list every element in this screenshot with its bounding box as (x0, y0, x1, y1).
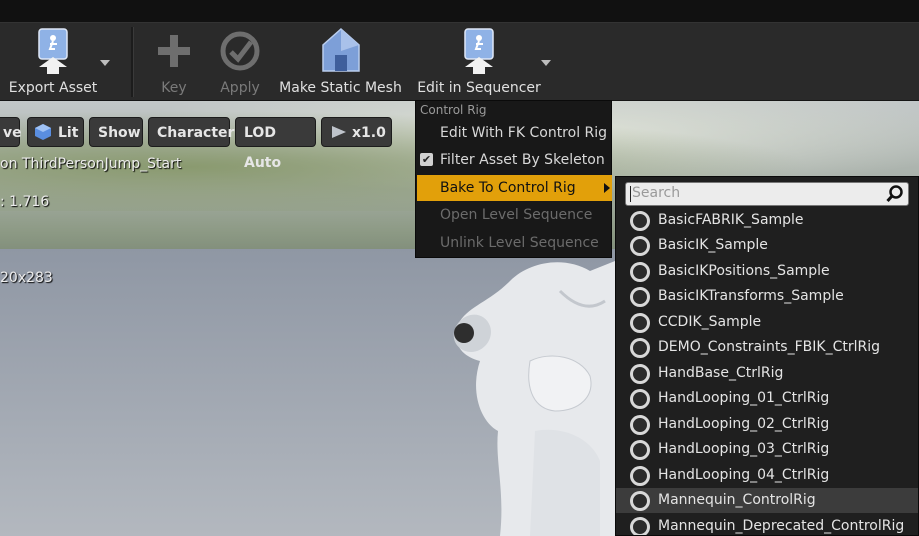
search-placeholder: Search (632, 185, 681, 201)
export-asset-label: Export Asset (8, 80, 98, 96)
speed-label: x1.0 (352, 125, 386, 141)
list-item-label: HandLooping_03_CtrlRig (658, 441, 830, 457)
list-item-label: HandBase_CtrlRig (658, 365, 784, 381)
menu-item-label: Open Level Sequence (440, 207, 593, 223)
lod-label: LOD Auto (244, 125, 282, 171)
mannequin-character (453, 261, 615, 536)
list-item[interactable]: BasicIKTransforms_Sample (616, 284, 918, 309)
edit-with-fk-control-rig-item[interactable]: Edit With FK Control Rig (417, 120, 612, 146)
view-mode-chip[interactable]: ve (0, 117, 22, 147)
view-mode-label: ve (3, 125, 22, 141)
list-item-label: CCDIK_Sample (658, 314, 762, 330)
export-asset-icon (38, 28, 68, 74)
export-asset-dropdown-icon[interactable] (100, 60, 110, 66)
playback-speed-button[interactable]: x1.0 (321, 117, 392, 147)
list-item-label: Mannequin_Deprecated_ControlRig (658, 518, 905, 534)
toolbar-separator (131, 27, 134, 97)
radio-button-icon (630, 466, 650, 486)
checkmark-circle-icon (220, 31, 260, 71)
filter-asset-by-skeleton-item[interactable]: ✔ Filter Asset By Skeleton (417, 147, 612, 173)
radio-button-icon (630, 517, 650, 535)
static-mesh-house-icon (321, 27, 360, 72)
text-cursor (630, 186, 631, 202)
key-button[interactable]: Key (149, 23, 199, 100)
checkbox-checked-icon[interactable]: ✔ (420, 153, 433, 166)
show-button[interactable]: Show (89, 117, 143, 147)
list-item-label: BasicFABRIK_Sample (658, 212, 804, 228)
edit-in-sequencer-button[interactable]: Edit in Sequencer (415, 23, 543, 100)
list-item[interactable]: HandBase_CtrlRig (616, 361, 918, 386)
title-strip (0, 0, 919, 23)
menu-item-label: Unlink Level Sequence (440, 235, 599, 251)
show-label: Show (98, 125, 141, 141)
list-item-label: HandLooping_02_CtrlRig (658, 416, 830, 432)
plus-icon (158, 35, 190, 67)
search-input[interactable]: Search (625, 182, 909, 206)
control-rig-menu-header: Control Rig (420, 103, 487, 117)
list-item-label: BasicIKPositions_Sample (658, 263, 830, 279)
menu-item-label: Bake To Control Rig (440, 180, 576, 196)
open-level-sequence-item[interactable]: Open Level Sequence (417, 202, 612, 228)
list-item-label: BasicIK_Sample (658, 237, 768, 253)
radio-button-icon (630, 338, 650, 358)
list-item[interactable]: HandLooping_04_CtrlRig (616, 463, 918, 488)
radio-button-icon (630, 364, 650, 384)
menu-item-label: Edit With FK Control Rig (440, 125, 608, 141)
menu-item-label: Filter Asset By Skeleton (440, 152, 605, 168)
radio-button-icon (630, 262, 650, 282)
radio-button-icon (630, 211, 650, 231)
list-item[interactable]: Mannequin_Deprecated_ControlRig (616, 514, 918, 535)
search-icon[interactable] (886, 185, 904, 203)
list-item[interactable]: BasicFABRIK_Sample (616, 208, 918, 233)
list-item[interactable]: BasicIK_Sample (616, 233, 918, 258)
radio-button-icon (630, 313, 650, 333)
edit-in-sequencer-icon (464, 28, 494, 74)
apply-label: Apply (220, 80, 260, 96)
edit-in-sequencer-dropdown-icon[interactable] (541, 60, 551, 66)
toolbar: Export Asset Key Apply Make Static Mesh (0, 23, 919, 101)
list-item-label: DEMO_Constraints_FBIK_CtrlRig (658, 339, 880, 355)
make-static-mesh-button[interactable]: Make Static Mesh (278, 23, 403, 100)
stat-value-text: : 1.716 (0, 194, 50, 210)
character-label: Character (157, 125, 235, 141)
edit-in-sequencer-label: Edit in Sequencer (417, 80, 541, 96)
list-item[interactable]: CCDIK_Sample (616, 310, 918, 335)
bake-to-control-rig-item[interactable]: Bake To Control Rig (417, 175, 612, 201)
radio-button-icon (630, 389, 650, 409)
radio-button-icon (630, 415, 650, 435)
list-item-label: HandLooping_01_CtrlRig (658, 390, 830, 406)
speed-play-icon (332, 126, 346, 138)
apply-button[interactable]: Apply (212, 23, 268, 100)
radio-button-icon (630, 440, 650, 460)
unlink-level-sequence-item[interactable]: Unlink Level Sequence (417, 230, 612, 256)
list-item[interactable]: HandLooping_03_CtrlRig (616, 437, 918, 462)
control-rig-menu: Control Rig Edit With FK Control Rig ✔ F… (415, 100, 612, 258)
radio-button-icon (630, 287, 650, 307)
lit-label: Lit (58, 125, 79, 141)
lit-button[interactable]: Lit (27, 117, 84, 147)
radio-button-icon (630, 236, 650, 256)
export-asset-button[interactable]: Export Asset (4, 23, 102, 100)
list-item-label: BasicIKTransforms_Sample (658, 288, 844, 304)
list-item[interactable]: BasicIKPositions_Sample (616, 259, 918, 284)
list-item[interactable]: HandLooping_02_CtrlRig (616, 412, 918, 437)
key-label: Key (161, 80, 187, 96)
list-item[interactable]: HandLooping_01_CtrlRig (616, 386, 918, 411)
submenu-arrow-icon (604, 183, 610, 193)
list-item-label: HandLooping_04_CtrlRig (658, 467, 830, 483)
list-item[interactable]: DEMO_Constraints_FBIK_CtrlRig (616, 335, 918, 360)
list-item-selected[interactable]: Mannequin_ControlRig (616, 488, 918, 513)
radio-button-icon (630, 491, 650, 511)
resolution-text: 20x283 (0, 270, 53, 286)
control-rig-picker: Search BasicFABRIK_Sample BasicIK_Sample… (615, 176, 919, 536)
character-button[interactable]: Character (148, 117, 234, 147)
lit-cube-icon (35, 124, 51, 140)
animation-name-text: on ThirdPersonJump_Start (0, 156, 182, 172)
list-item-label: Mannequin_ControlRig (658, 492, 816, 508)
lod-auto-button[interactable]: LOD Auto (235, 117, 316, 171)
make-static-mesh-label: Make Static Mesh (279, 80, 402, 96)
